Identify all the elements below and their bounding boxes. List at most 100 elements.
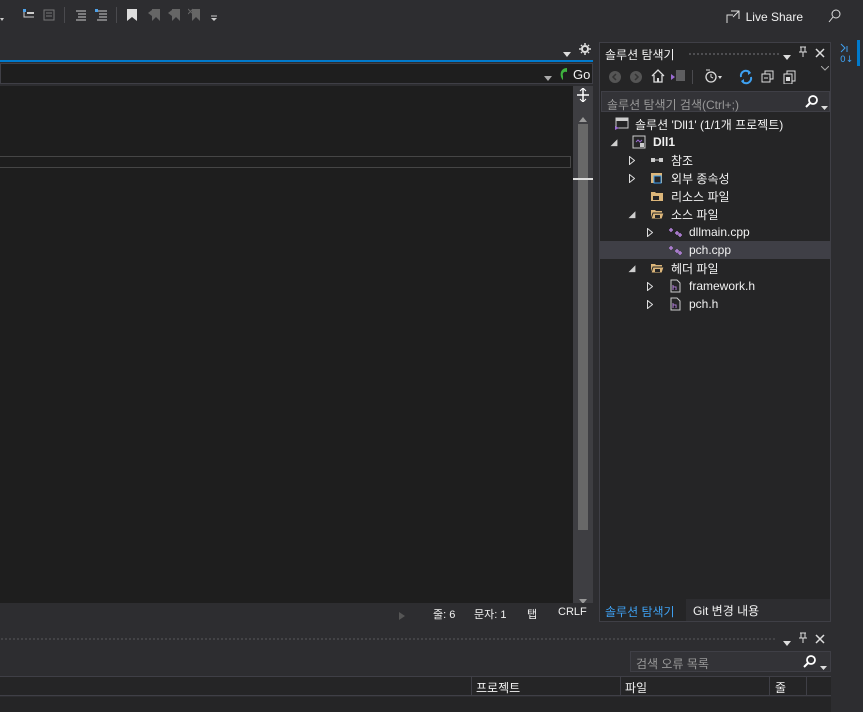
pin-icon[interactable] [798, 632, 808, 647]
next-bookmark-icon[interactable] [168, 8, 182, 22]
search-options-dropdown-icon[interactable] [821, 100, 828, 114]
tree-item-source-files[interactable]: ◢ 소스 파일 [600, 205, 830, 223]
tree-item-header-files[interactable]: ◢ 헤더 파일 [600, 259, 830, 277]
editor-vertical-scrollbar[interactable] [573, 86, 593, 606]
toolbar-separator [692, 70, 693, 84]
go-button[interactable]: Go [557, 66, 590, 82]
error-list-titlebar [0, 630, 831, 648]
tree-item-references[interactable]: 참조 [600, 151, 830, 169]
panel-title: 솔루션 탐색기 [605, 48, 675, 62]
clear-bookmarks-icon[interactable] [187, 8, 202, 22]
cpp-file-icon [668, 225, 682, 239]
go-button-label: Go [573, 66, 591, 82]
search-placeholder: 검색 오류 목록 [636, 657, 709, 671]
tree-item-solution[interactable]: 솔루션 'Dll1' (1/1개 프로젝트) [600, 115, 830, 133]
split-editor-icon[interactable] [576, 87, 590, 103]
solution-explorer-panel: 솔루션 탐색기 솔루션 탐색기 검색(Ctrl+;) 솔루션 'Dll1' (1… [599, 42, 831, 622]
eol-indicator[interactable]: CRLF [558, 606, 587, 618]
active-tool-indicator [857, 40, 860, 66]
tab-label: 솔루션 탐색기 [605, 605, 675, 619]
references-icon [650, 153, 664, 167]
drag-grip[interactable] [0, 637, 775, 641]
collapsed-arrow-icon[interactable] [627, 155, 637, 165]
toolbar-options-icon[interactable] [208, 8, 222, 22]
tree-item-label: 소스 파일 [671, 207, 719, 222]
expanded-arrow-icon[interactable]: ◢ [627, 209, 637, 219]
column-divider [806, 677, 807, 695]
collapsed-arrow-icon[interactable] [645, 299, 655, 309]
member-dropdown-icon[interactable] [544, 71, 552, 85]
solution-tree: 솔루션 'Dll1' (1/1개 프로젝트) ◢ Dll1 참조 외부 종속성 … [600, 115, 830, 595]
navigation-bar[interactable]: Go [0, 63, 593, 84]
expanded-arrow-icon[interactable]: ◢ [609, 137, 619, 147]
solution-explorer-toolbar [600, 65, 830, 89]
back-icon[interactable] [608, 70, 622, 87]
tree-item-resource-files[interactable]: 리소스 파일 [600, 187, 830, 205]
overflow-chevron-icon[interactable] [820, 64, 830, 75]
panel-menu-dropdown-icon[interactable] [783, 636, 791, 650]
panel-menu-dropdown-icon[interactable] [783, 50, 791, 64]
live-share-button[interactable]: Live Share [725, 8, 803, 26]
pending-changes-filter-icon[interactable] [704, 69, 722, 86]
live-share-label: Live Share [745, 10, 803, 24]
search-options-dropdown-icon[interactable] [820, 660, 827, 674]
search-placeholder: 솔루션 탐색기 검색(Ctrl+;) [607, 98, 739, 112]
window-position-dropdown-icon[interactable] [563, 47, 571, 61]
tree-item-project[interactable]: ◢ Dll1 [600, 133, 830, 151]
header-file-icon [668, 297, 682, 311]
close-icon[interactable] [815, 633, 825, 647]
collapsed-arrow-icon[interactable] [645, 281, 655, 291]
search-icon[interactable] [803, 655, 817, 672]
current-line-highlight [0, 156, 571, 168]
column-header-line[interactable]: 줄 [775, 679, 786, 696]
search-icon[interactable] [805, 95, 819, 112]
tab-solution-explorer[interactable]: 솔루션 탐색기 [600, 599, 686, 621]
error-list-search[interactable]: 검색 오류 목록 [630, 651, 831, 672]
line-indicator[interactable]: 줄: 6 [433, 606, 455, 622]
tree-item-pch-h[interactable]: pch.h [600, 295, 830, 313]
dropdown-arrow-icon[interactable] [0, 8, 14, 22]
tab-git-changes[interactable]: Git 변경 내용 [688, 599, 788, 621]
error-list-body [0, 697, 831, 712]
solution-explorer-tabs: 솔루션 탐색기 Git 변경 내용 [600, 599, 830, 621]
home-icon[interactable] [651, 69, 665, 86]
scroll-right-arrow-icon[interactable] [399, 609, 405, 623]
comment-lines-icon[interactable] [74, 8, 88, 22]
git-changes-icon[interactable]: 0↓ [838, 42, 854, 67]
tree-item-pch-cpp[interactable]: pch.cpp [600, 241, 830, 259]
settings-gear-icon[interactable] [579, 43, 591, 58]
caret-position-marker [573, 178, 593, 180]
close-icon[interactable] [815, 47, 825, 61]
column-header-file[interactable]: 파일 [625, 679, 647, 696]
tree-item-framework-h[interactable]: framework.h [600, 277, 830, 295]
cpp-file-icon [668, 243, 682, 257]
right-tool-strip: 0↓ [820, 36, 863, 712]
collapsed-arrow-icon[interactable] [645, 227, 655, 237]
collapsed-arrow-icon[interactable] [627, 173, 637, 183]
feedback-icon[interactable] [827, 8, 843, 24]
tree-item-dllmain-cpp[interactable]: dllmain.cpp [600, 223, 830, 241]
step-over-icon[interactable] [22, 8, 36, 22]
svg-text:0↓: 0↓ [840, 55, 853, 64]
prev-bookmark-icon[interactable] [148, 8, 162, 22]
pin-icon[interactable] [798, 46, 808, 61]
tab-indicator[interactable]: 탭 [527, 606, 537, 622]
tree-item-external-dependencies[interactable]: 외부 종속성 [600, 169, 830, 187]
toolbar-separator [64, 7, 65, 23]
sync-icon[interactable] [738, 69, 754, 88]
char-indicator[interactable]: 문자: 1 [474, 606, 506, 622]
solution-explorer-search[interactable]: 솔루션 탐색기 검색(Ctrl+;) [601, 91, 830, 112]
tree-item-label: 참조 [671, 153, 694, 168]
column-header-project[interactable]: 프로젝트 [476, 679, 520, 696]
bookmark-icon[interactable] [125, 8, 139, 22]
expanded-arrow-icon[interactable]: ◢ [627, 263, 637, 273]
show-all-files-icon[interactable] [783, 70, 797, 87]
collapse-all-icon[interactable] [761, 70, 775, 87]
forward-icon[interactable] [629, 70, 643, 87]
main-toolbar: Live Share [0, 0, 863, 36]
switch-views-icon[interactable] [670, 69, 686, 86]
uncomment-lines-icon[interactable] [95, 8, 109, 22]
scrollbar-thumb[interactable] [578, 124, 588, 530]
step-into-icon[interactable] [42, 8, 56, 22]
drag-grip[interactable] [688, 52, 780, 56]
